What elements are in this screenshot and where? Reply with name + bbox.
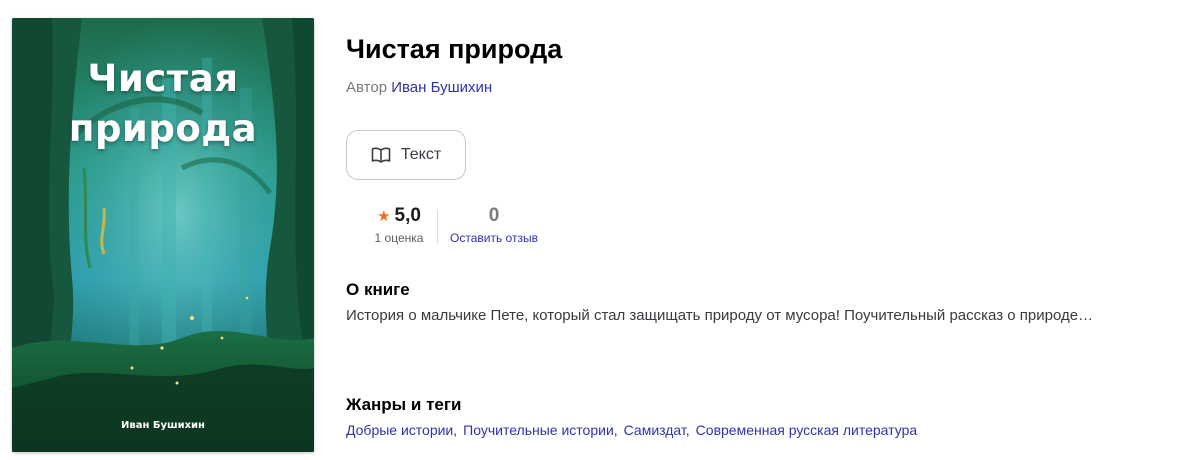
tag-link[interactable]: Поучительные истории (463, 422, 614, 438)
cover-author: Иван Бушихин (121, 420, 205, 431)
text-format-button[interactable]: Текст (346, 130, 466, 180)
book-title: Чистая природа (346, 34, 563, 64)
cover-title-line-2: природа (68, 107, 258, 150)
tag-separator: , (685, 422, 690, 438)
cover-title: Чистая природа (12, 54, 314, 154)
rating-count: 1 оценка (374, 231, 424, 245)
rating-value: 5,0 (394, 205, 421, 226)
author-link[interactable]: Иван Бушихин (391, 79, 492, 96)
star-icon: ★ (377, 208, 391, 225)
leave-review-link[interactable]: Оставить отзыв (446, 231, 542, 245)
genre-tags: Добрые истории, Поучительные истории, Сами… (346, 422, 917, 438)
rating-value-row: ★ 5,0 (364, 205, 434, 227)
text-format-label: Текст (400, 146, 442, 163)
about-text[interactable]: История о мальчике Пете, который стал за… (346, 307, 1093, 324)
about-heading: О книге (346, 280, 410, 299)
genres-heading: Жанры и теги (346, 395, 462, 414)
tag-separator: , (453, 422, 458, 438)
rating-block: ★ 5,0 1 оценка (364, 205, 434, 245)
author-prefix: Автор (346, 79, 388, 96)
book-page: Чистая природа Иван Бушихин Чистая приро… (0, 0, 1200, 460)
tag-link[interactable]: Добрые истории (346, 422, 453, 438)
author-line: Автор Иван Бушихин (346, 79, 492, 96)
reviews-count: 0 (488, 205, 500, 226)
rating-divider (437, 210, 438, 244)
reviews-block: 0 Оставить отзыв (446, 205, 542, 245)
tag-link[interactable]: Самиздат (624, 422, 686, 438)
book-cover[interactable]: Чистая природа Иван Бушихин (12, 18, 314, 452)
tag-link[interactable]: Современная русская литература (696, 422, 917, 438)
open-book-icon (371, 147, 391, 163)
cover-title-line-1: Чистая (87, 57, 239, 100)
tag-separator: , (613, 422, 618, 438)
